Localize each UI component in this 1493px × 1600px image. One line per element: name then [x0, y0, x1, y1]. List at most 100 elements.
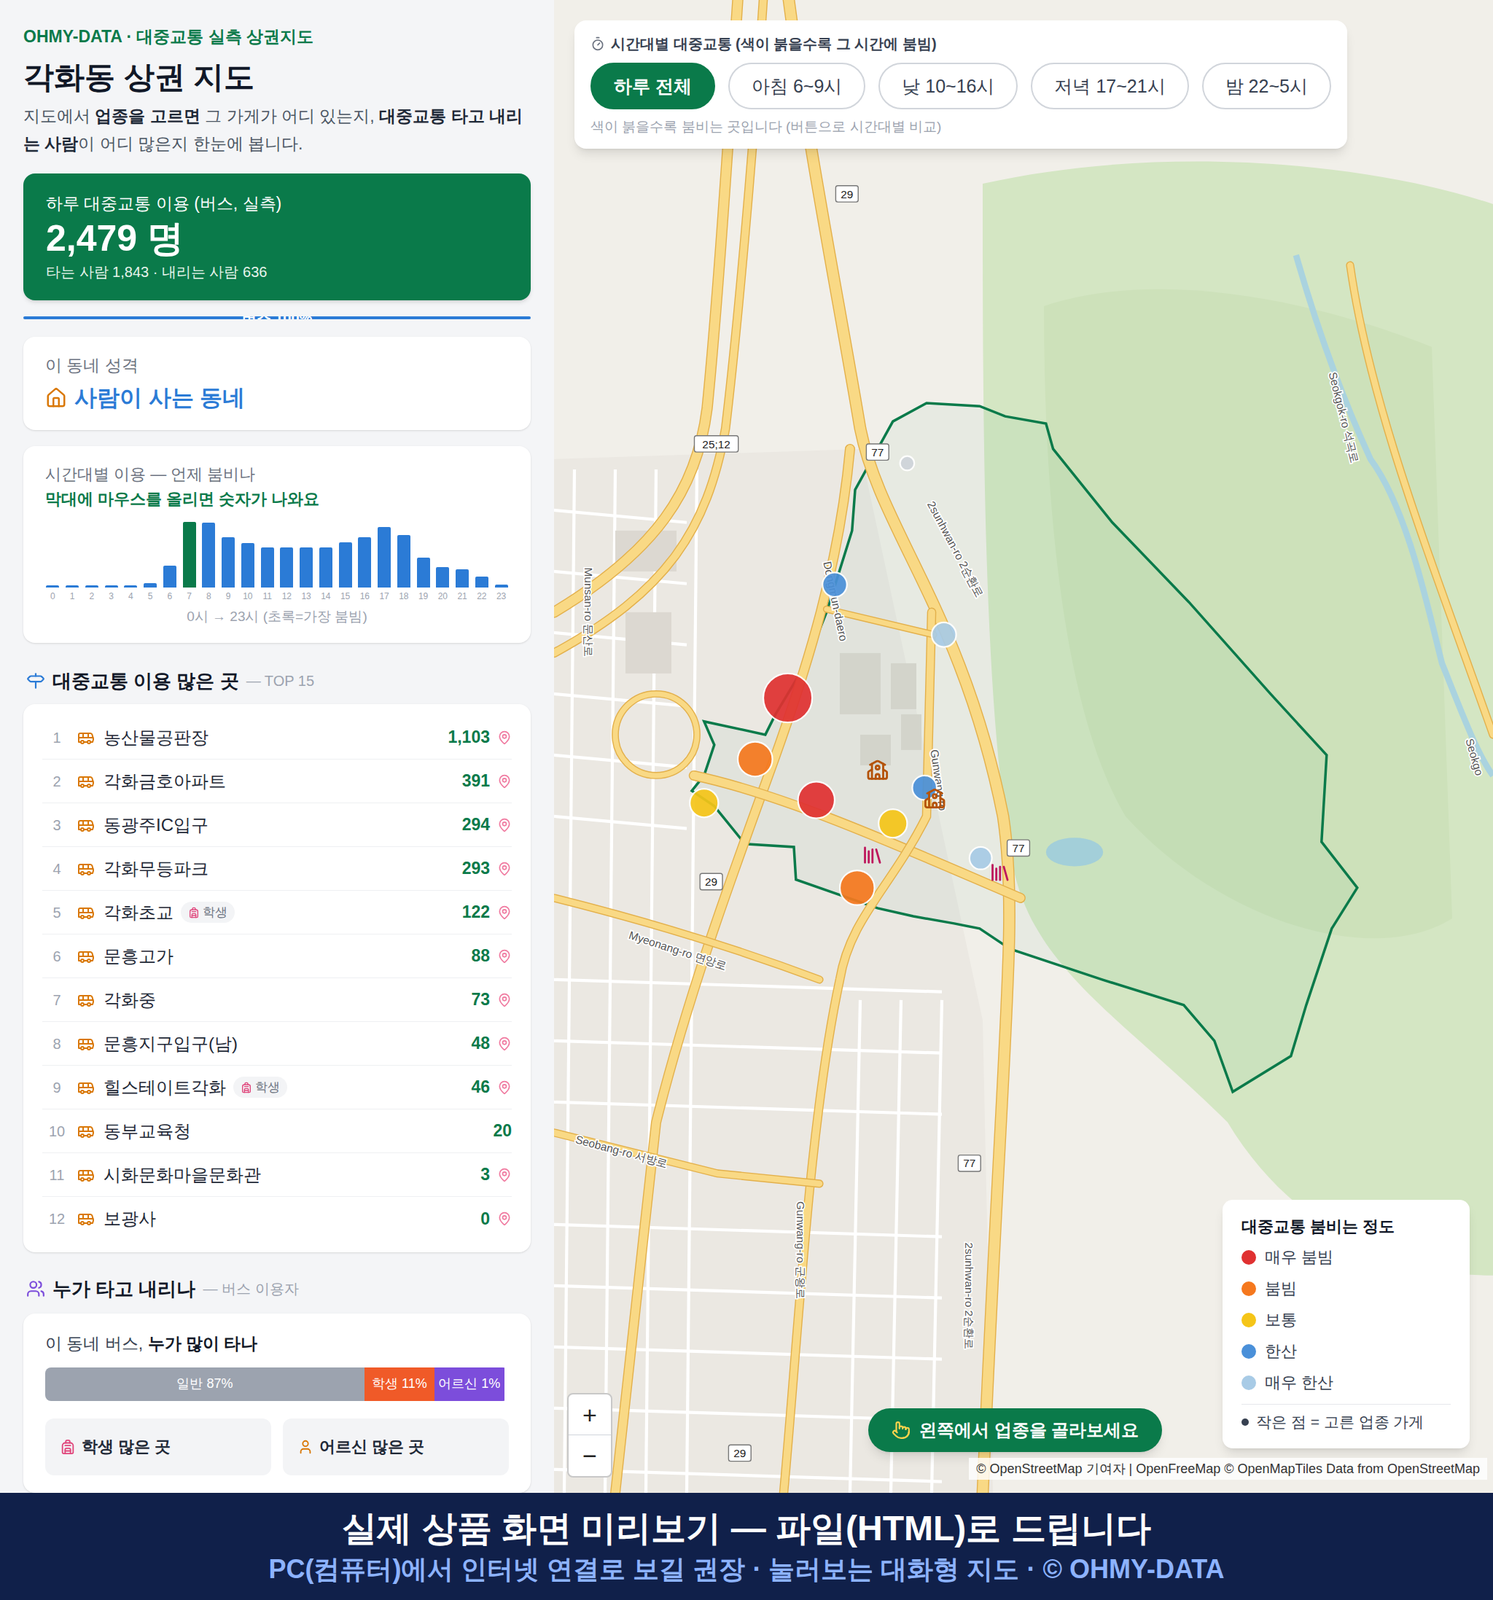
- backpack-icon: [240, 1081, 253, 1094]
- library-icon[interactable]: [865, 847, 881, 864]
- pin-icon[interactable]: [497, 1211, 512, 1227]
- hour-bar[interactable]: [475, 576, 489, 588]
- pin-icon[interactable]: [497, 861, 512, 877]
- pin-icon[interactable]: [497, 905, 512, 921]
- hour-bar[interactable]: [163, 565, 177, 588]
- stop-row[interactable]: 3동광주IC입구294: [42, 803, 512, 848]
- time-filter-button[interactable]: 낮 10~16시: [878, 62, 1018, 110]
- hour-bar[interactable]: [494, 584, 509, 588]
- stop-marker[interactable]: [763, 673, 813, 723]
- svg-text:29: 29: [840, 188, 853, 201]
- hour-bar[interactable]: [299, 547, 313, 588]
- stop-row[interactable]: 12보광사0: [42, 1197, 512, 1241]
- backpack-icon: [59, 1439, 76, 1456]
- hour-bar[interactable]: [416, 557, 431, 588]
- character-card: 이 동네 성격사람이 사는 동네: [23, 336, 531, 431]
- stop-marker[interactable]: [689, 788, 719, 818]
- pin-icon[interactable]: [497, 817, 512, 833]
- pin-icon[interactable]: [497, 1080, 512, 1095]
- stop-marker[interactable]: [931, 622, 957, 648]
- stop-marker[interactable]: [737, 742, 773, 778]
- hour-bar[interactable]: [455, 569, 469, 588]
- student-badge: 학생: [180, 901, 235, 924]
- school-icon[interactable]: [868, 761, 888, 779]
- hour-bar[interactable]: [319, 547, 333, 588]
- hour-bar[interactable]: [338, 542, 353, 588]
- page: OHMY-DATA · 대중교통 실측 상권지도각화동 상권 지도지도에서 업종…: [0, 0, 1493, 1600]
- map-attribution[interactable]: © OpenStreetMap 기여자 | OpenFreeMap © Open…: [968, 1458, 1488, 1480]
- road-label: Seobang-ro 서방로: [574, 1132, 670, 1170]
- stop-row[interactable]: 4각화무등파크293: [42, 847, 512, 891]
- pin-icon[interactable]: [497, 1167, 512, 1183]
- rider-segment[interactable]: 어르신 1%: [434, 1367, 505, 1402]
- pin-icon[interactable]: [497, 949, 512, 964]
- bus-icon: [77, 1166, 95, 1184]
- backpack-icon: [188, 906, 200, 919]
- zoom-in-button[interactable]: +: [568, 1394, 611, 1436]
- library-icon[interactable]: [992, 865, 1009, 881]
- time-filter-button[interactable]: 밤 22~5시: [1202, 62, 1332, 110]
- pointer-icon: [891, 1420, 911, 1440]
- stop-marker[interactable]: [798, 781, 835, 818]
- stop-row[interactable]: 7각화중73: [42, 978, 512, 1023]
- hour-bar[interactable]: [241, 543, 255, 588]
- time-filter-button[interactable]: 아침 6~9시: [728, 62, 866, 110]
- hour-bar[interactable]: [104, 585, 119, 588]
- hour-bar[interactable]: [435, 567, 450, 588]
- stop-row[interactable]: 1농산물공판장1,103: [42, 715, 512, 760]
- bus-icon: [77, 1078, 95, 1097]
- stop-marker[interactable]: [878, 809, 907, 838]
- hour-bar[interactable]: [182, 521, 197, 588]
- hour-bar[interactable]: [357, 537, 372, 588]
- hour-bar[interactable]: [85, 585, 99, 588]
- time-filter-button[interactable]: 저녁 17~21시: [1030, 62, 1189, 110]
- bus-icon: [77, 1210, 95, 1228]
- mode-bar: 버스 100%: [23, 316, 531, 320]
- stop-marker[interactable]: [839, 870, 875, 906]
- stop-row[interactable]: 10동부교육청20: [42, 1109, 512, 1154]
- rider-group-card[interactable]: 학생 많은 곳: [45, 1418, 272, 1476]
- school-icon[interactable]: [925, 789, 945, 808]
- hour-bar[interactable]: [377, 527, 391, 588]
- rider-segment[interactable]: 일반 87%: [45, 1367, 365, 1402]
- stop-row[interactable]: 11시화문화마을문화관3: [42, 1153, 512, 1198]
- stop-row[interactable]: 2각화금호아파트391: [42, 759, 512, 804]
- stop-marker[interactable]: [822, 572, 848, 598]
- users-icon: [26, 1279, 46, 1299]
- stop-marker[interactable]: [900, 456, 915, 471]
- hour-bar[interactable]: [397, 535, 411, 588]
- stop-row[interactable]: 5각화초교학생122: [42, 890, 512, 935]
- pin-icon[interactable]: [497, 774, 512, 789]
- time-filter-button[interactable]: 하루 전체: [590, 62, 716, 110]
- bus-icon: [77, 991, 95, 1009]
- hour-bar[interactable]: [123, 585, 138, 588]
- pin-icon[interactable]: [497, 730, 512, 746]
- hour-bar[interactable]: [221, 537, 235, 588]
- rider-group-card[interactable]: 어르신 많은 곳: [282, 1418, 509, 1476]
- bus-icon: [77, 1035, 95, 1053]
- pin-icon[interactable]: [497, 1036, 512, 1052]
- minor-streets: [554, 469, 942, 1493]
- road-label: Myeonang-ro 면앙로: [627, 928, 729, 972]
- bus-icon: [77, 772, 95, 791]
- road-label: Munsan-ro 문산로: [582, 567, 595, 658]
- stop-marker[interactable]: [969, 847, 993, 870]
- stop-marker[interactable]: [911, 775, 937, 801]
- hourly-chart[interactable]: 01234567891011121314151617181920212223: [45, 521, 509, 603]
- hour-bar[interactable]: [201, 522, 216, 588]
- rider-segment[interactable]: 학생 11%: [364, 1367, 435, 1402]
- zoom-out-button[interactable]: −: [568, 1435, 611, 1477]
- hour-bar[interactable]: [45, 585, 60, 588]
- hour-bar[interactable]: [143, 583, 157, 588]
- pick-category-button[interactable]: 왼쪽에서 업종을 골라보세요: [868, 1408, 1163, 1453]
- hour-bar[interactable]: [260, 547, 275, 588]
- hour-bar[interactable]: [279, 547, 294, 588]
- svg-text:77: 77: [963, 1156, 976, 1170]
- stop-row[interactable]: 6문흥고가88: [42, 934, 512, 979]
- stop-row[interactable]: 9힐스테이트각화학생46: [42, 1065, 512, 1110]
- hour-bar[interactable]: [65, 585, 79, 588]
- page-title: 각화동 상권 지도: [23, 58, 531, 97]
- pin-icon[interactable]: [497, 992, 512, 1008]
- stop-row[interactable]: 8문흥지구입구(남)48: [42, 1022, 512, 1066]
- map[interactable]: Dongmun-daero2sunhwan-ro 2순환로Gunwang-roM…: [554, 0, 1493, 1493]
